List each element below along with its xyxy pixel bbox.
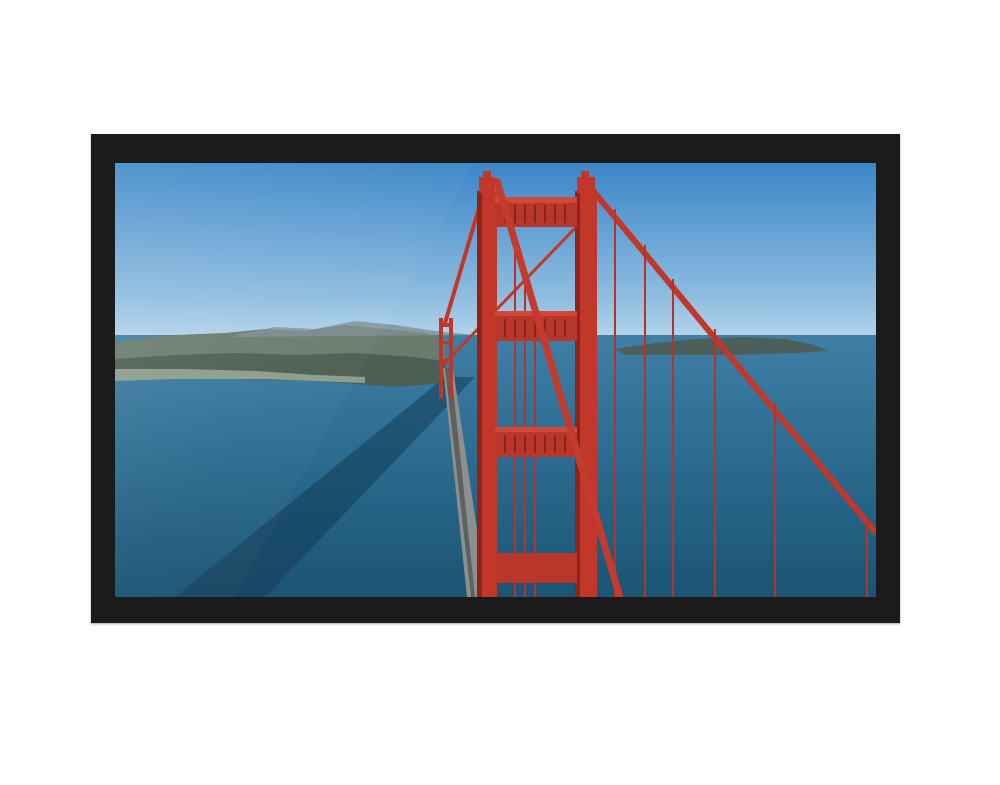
screen-photo	[115, 163, 876, 597]
product-image	[0, 0, 1000, 785]
monitor-screen	[115, 163, 876, 597]
